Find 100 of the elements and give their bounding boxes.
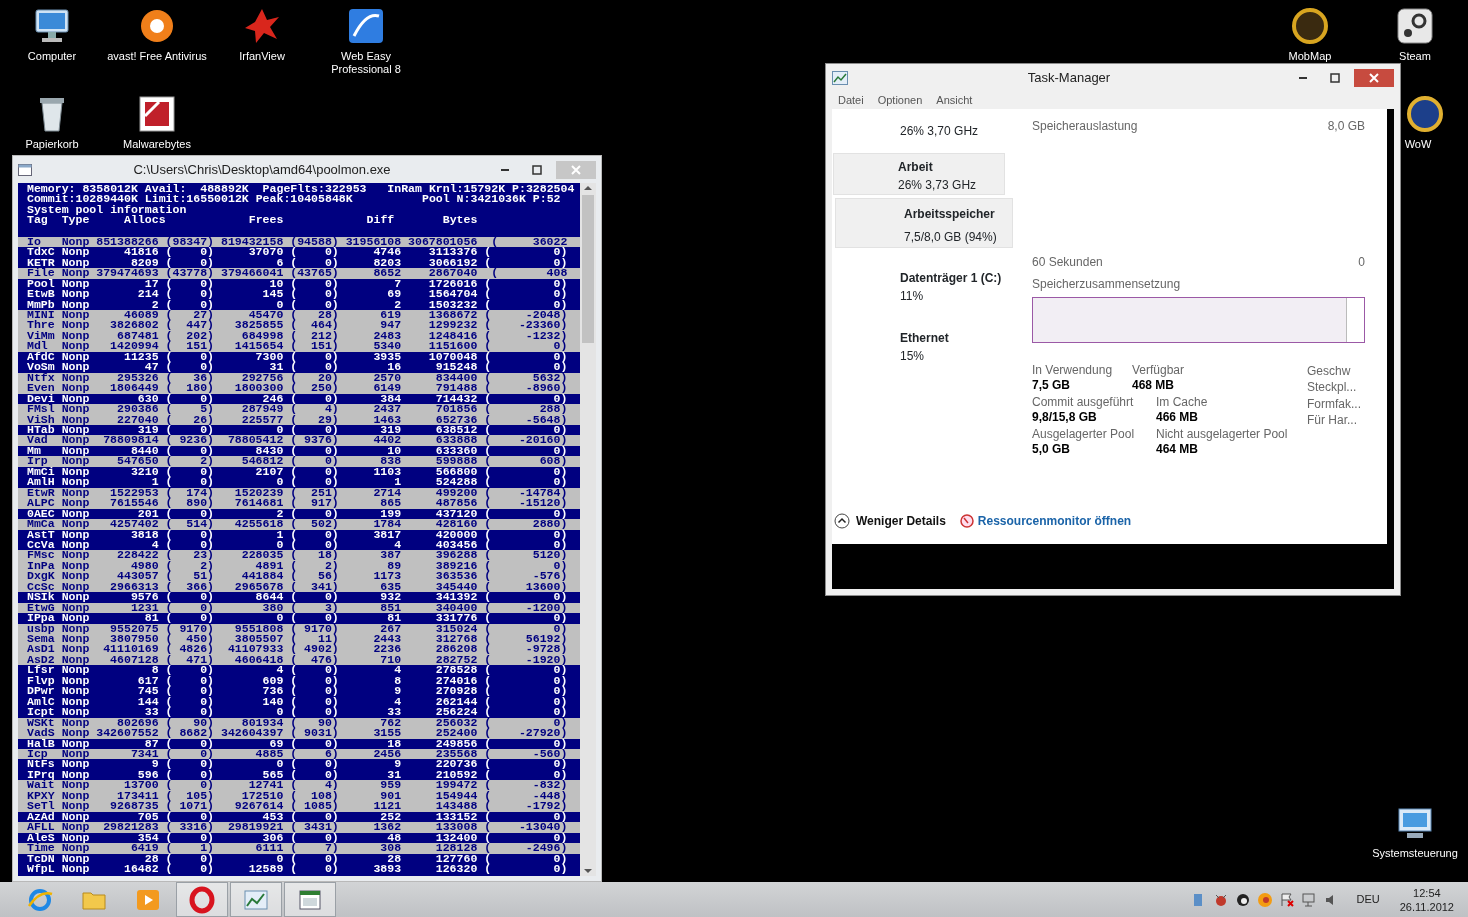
diff-count: 199 [379,508,402,520]
free-count: 342604397 [219,728,284,739]
free-change: ( 4902) [289,644,339,655]
byte-count: 1503232 [427,299,478,310]
icon-label[interactable]: Computer [27,50,77,63]
icon-label[interactable]: avast! Free Antivirus [107,50,207,63]
pool-type: Nonp [60,477,90,488]
free-change: ( 108) [289,790,339,802]
performance-tile[interactable]: Datenträger 1 (C:) 11% [833,263,1011,312]
diff-count: 31956108 [344,236,402,248]
pool-type: Nonp [60,236,90,248]
icon-label[interactable]: MobMap [1288,50,1332,63]
pool-type: Nonp [60,456,90,467]
pool-type: Nonp [60,665,90,676]
resource-monitor-link[interactable]: Ressourcenmonitor öffnen [959,512,1132,531]
diff-count: 8 [393,675,402,687]
network-icon[interactable] [1300,891,1317,908]
pool-type: Nonp [60,843,90,854]
stat-value: 468 MB [1132,377,1176,393]
menu-item[interactable]: Ansicht [936,91,973,109]
diff-count: 8652 [372,268,402,279]
round-logo-icon[interactable] [1405,94,1445,134]
diff-count: 387 [379,550,402,561]
pool-type: Nonp [60,811,90,823]
alloc-change: ( 1071) [164,801,215,812]
flag-icon[interactable] [1278,891,1295,908]
icon-label[interactable]: WoW [1404,138,1432,151]
diff-count: 9 [393,686,402,697]
free-change: ( 502) [289,519,339,530]
free-change: ( 0) [289,864,339,875]
circles-logo-icon[interactable] [1395,6,1435,46]
free-count: 1 [275,529,284,540]
performance-tile[interactable]: Arbeit 26% 3,73 GHz [833,152,1005,195]
byte-count: 701856 [434,404,478,415]
free-count: 2107 [254,466,284,478]
byte-change: ( 0) [483,278,568,290]
byte-count: 566800 [434,466,478,478]
close-icon [571,164,581,175]
icon-label[interactable]: Papierkorb [25,138,79,151]
pool-tag: AstT [27,529,55,540]
byte-change: ( -1792) [483,801,568,812]
byte-change: ( -20160) [483,435,568,446]
free-change: ( 0) [289,592,339,603]
menu-item[interactable]: Datei [838,91,864,109]
scroll-up-icon[interactable] [583,183,594,193]
free-count: 12741 [247,780,284,791]
taskbar-button[interactable] [284,882,336,917]
byte-change: ( 0) [483,351,568,363]
byte-change: ( -1232) [483,330,568,342]
icon-label[interactable]: Systemsteuerung [1372,847,1458,860]
scroll-thumb[interactable] [582,195,595,343]
icon-label[interactable]: Steam [1399,50,1431,63]
collapse-button[interactable]: Weniger Details [834,512,946,531]
alloc-change: ( 0) [164,393,215,405]
free-change: ( 0) [289,299,339,310]
performance-tile[interactable]: 26% 3,70 GHz [833,116,1011,147]
byte-change: ( -2496) [483,843,568,854]
diff-count: 619 [379,310,402,321]
clock-time[interactable]: 12:54 [1413,885,1441,900]
detail-label: Steckpl... [1307,379,1358,396]
alloc-count: 4257402 [109,519,159,530]
free-change: ( 0) [289,696,339,708]
icon-label[interactable]: Malwarebytes [123,138,191,151]
round-logo-icon[interactable] [1290,6,1330,46]
diff-count: 2570 [372,372,402,384]
free-change: ( 11) [289,634,339,645]
free-count: 306 [261,832,284,844]
alloc-count: 4980 [129,560,159,572]
menu-item[interactable]: Optionen [877,91,923,109]
taskbar-button[interactable] [230,882,282,917]
square-logo-icon[interactable] [137,94,177,134]
alloc-change: ( 151) [164,341,215,352]
scroll-down-icon[interactable] [583,866,594,876]
byte-change: ( -14784) [483,487,568,499]
icon-label[interactable]: IrfanView [239,50,285,63]
free-change: ( 56) [289,571,339,582]
alloc-change: ( 0) [164,289,215,300]
diff-count: 959 [379,780,402,791]
diff-count: 947 [379,320,402,331]
byte-count: 256032 [434,717,478,729]
alloc-count: 802696 [116,717,159,729]
performance-tile[interactable]: Arbeitsspeicher 7,5/8,0 GB (94%) [835,197,1013,248]
free-count: 10 [268,278,284,290]
free-count: 9267614 [233,801,284,812]
pool-tag: TcDN [27,853,55,864]
close-button[interactable] [1354,68,1394,87]
icon-label[interactable]: Web Easy Professional 8 [314,50,418,76]
free-count: 140 [261,696,284,708]
free-change: ( 0) [289,247,339,258]
swoosh-logo-icon[interactable] [346,6,386,46]
alloc-change: (98347) [164,236,215,248]
pool-type: Nonp [60,289,90,300]
round-logo-icon[interactable] [1234,891,1251,908]
chart-window-icon [832,70,848,85]
taskbar-button[interactable] [176,882,228,917]
language-indicator[interactable]: DEU [1356,891,1380,908]
performance-tile[interactable]: Ethernet 15% [833,323,1011,372]
clock-date[interactable]: 26.11.2012 [1399,899,1454,914]
pool-type: Nonp [60,424,90,436]
pool-type: Nonp [60,853,90,864]
